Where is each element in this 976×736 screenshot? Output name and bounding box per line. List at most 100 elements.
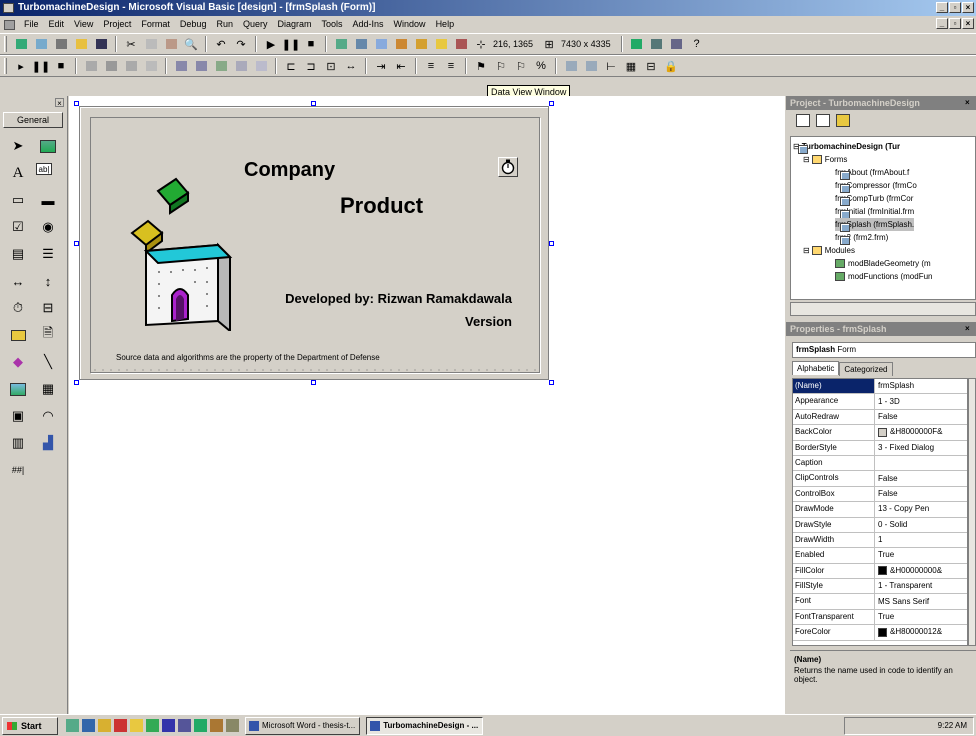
textbox-tool-icon[interactable]: ab| — [36, 163, 52, 175]
run-icon[interactable]: ▸ — [13, 58, 29, 74]
filelistbox-tool-icon[interactable]: 🗎 — [36, 325, 60, 345]
resize-handle-tc[interactable] — [311, 101, 316, 106]
menu-diagram[interactable]: Diagram — [272, 16, 316, 33]
menu-query[interactable]: Query — [238, 16, 273, 33]
start-icon[interactable]: ▶ — [263, 36, 279, 52]
tree-item-frmsplash[interactable]: frmSplash (frmSplash. — [835, 218, 915, 232]
uncomment-block-icon[interactable]: ≡ — [443, 58, 459, 74]
excel-icon[interactable] — [194, 719, 207, 732]
align-dropdown-icon[interactable]: ⊢ — [603, 58, 619, 74]
close-button[interactable]: × — [962, 2, 974, 13]
step-out-icon[interactable] — [143, 58, 159, 74]
tree-item-frminitial[interactable]: frmInitial (frmInitial.frm — [835, 205, 914, 219]
data-tool-icon[interactable]: ▦ — [36, 379, 60, 399]
data-view-icon[interactable] — [433, 36, 449, 52]
outdent-icon[interactable]: ⇤ — [393, 58, 409, 74]
resize-handle-tl[interactable] — [74, 101, 79, 106]
mdi-minimize-button[interactable]: _ — [936, 18, 948, 29]
hscrollbar-tool-icon[interactable]: ↔ — [6, 271, 30, 291]
properties-window-icon[interactable] — [353, 36, 369, 52]
property-vscrollbar[interactable] — [968, 378, 976, 646]
tree-forms-folder[interactable]: ⊟ Forms — [803, 153, 847, 166]
shape-tool-icon[interactable]: ◆ — [6, 352, 30, 372]
menu-help[interactable]: Help — [431, 16, 460, 33]
frame-tool-icon[interactable]: ▭ — [6, 190, 30, 210]
view-object-icon[interactable] — [816, 113, 830, 127]
end-icon[interactable]: ■ — [303, 36, 319, 52]
save-project-icon[interactable] — [93, 36, 109, 52]
menu-project[interactable]: Project — [98, 16, 136, 33]
paste-icon[interactable] — [163, 36, 179, 52]
toolbox-tab-general[interactable]: General — [3, 112, 63, 128]
menu-editor-icon[interactable] — [53, 36, 69, 52]
menu-view[interactable]: View — [69, 16, 98, 33]
property-row[interactable]: DrawWidth 1 — [793, 532, 967, 549]
app-icon-1[interactable] — [114, 719, 127, 732]
property-row[interactable]: BackColor &H8000000F& — [793, 425, 967, 441]
app-icon-5[interactable] — [210, 719, 223, 732]
listbox-tool-icon[interactable]: ☰ — [36, 244, 60, 264]
company-label[interactable]: Company — [244, 159, 335, 182]
call-stack-icon[interactable] — [253, 58, 269, 74]
property-row[interactable]: FillColor &H00000000& — [793, 563, 967, 580]
comment-block-icon[interactable]: ≡ — [423, 58, 439, 74]
property-row[interactable]: ClipControls False — [793, 471, 967, 487]
grid-icon[interactable] — [629, 36, 645, 52]
menu-file[interactable]: File — [19, 16, 44, 33]
center-dropdown-icon[interactable]: ▦ — [623, 58, 639, 74]
toolbar-grip[interactable] — [4, 36, 7, 52]
help-icon[interactable]: ? — [689, 36, 705, 52]
send-to-back-icon[interactable] — [583, 58, 599, 74]
previous-bookmark-icon[interactable]: ⚐ — [513, 58, 529, 74]
step-over-icon[interactable] — [123, 58, 139, 74]
version-label[interactable]: Version — [465, 314, 512, 329]
menu-debug[interactable]: Debug — [175, 16, 212, 33]
mdi-restore-button[interactable]: ▫ — [949, 18, 961, 29]
disclaimer-label[interactable]: Source data and algorithms are the prope… — [116, 353, 380, 362]
property-row[interactable]: AutoRedraw False — [793, 409, 967, 426]
commandbutton-tool-icon[interactable]: ▬ — [36, 190, 60, 210]
object-selector-dropdown[interactable]: frmSplash Form — [792, 342, 976, 358]
project-close-icon[interactable]: × — [965, 98, 974, 107]
toolbar-grip-2[interactable] — [4, 58, 7, 74]
dirlistbox-tool-icon[interactable] — [6, 325, 30, 345]
property-row[interactable]: ForeColor &H80000012& — [793, 625, 967, 641]
resize-handle-ml[interactable] — [74, 241, 79, 246]
msflexgrid-tool-icon[interactable]: ##| — [6, 460, 30, 480]
vb-app-icon[interactable] — [3, 3, 14, 13]
timer-tool-icon[interactable]: ⏱ — [6, 298, 30, 318]
make-same-size-icon[interactable]: ⊡ — [323, 58, 339, 74]
form-system-icon[interactable] — [4, 19, 15, 30]
property-row[interactable]: FontTransparent True — [793, 609, 967, 626]
menu-window[interactable]: Window — [389, 16, 431, 33]
resize-handle-tr[interactable] — [549, 101, 554, 106]
menu-addins[interactable]: Add-Ins — [348, 16, 389, 33]
property-row[interactable]: Font MS Sans Serif — [793, 594, 967, 610]
lock-icon[interactable]: 🔒 — [663, 58, 679, 74]
combobox-tool-icon[interactable]: ▤ — [6, 244, 30, 264]
object-browser-icon[interactable] — [393, 36, 409, 52]
resize-handle-mr[interactable] — [549, 241, 554, 246]
pause-icon[interactable]: ❚❚ — [32, 58, 50, 74]
timer-control-icon[interactable] — [498, 157, 518, 177]
checkbox-tool-icon[interactable]: ☑ — [6, 217, 30, 237]
word-icon[interactable] — [162, 719, 175, 732]
bring-to-front-icon[interactable] — [563, 58, 579, 74]
grid-align-icon[interactable] — [649, 36, 665, 52]
toggle-bookmark-icon[interactable]: ⚑ — [473, 58, 489, 74]
splash-form[interactable]: Company Product Developed by: Rizwan Ram… — [74, 101, 554, 385]
find-icon[interactable]: 🔍 — [183, 36, 199, 52]
property-row[interactable]: Appearance 1 - 3D — [793, 394, 967, 410]
redo-icon[interactable]: ↷ — [233, 36, 249, 52]
indent-icon[interactable]: ⇥ — [373, 58, 389, 74]
property-row[interactable]: FillStyle 1 - Transparent — [793, 579, 967, 595]
minimize-button[interactable]: _ — [936, 2, 948, 13]
task-word[interactable]: Microsoft Word - thesis-t... — [245, 716, 361, 735]
drivelistbox-tool-icon[interactable]: ⊟ — [36, 298, 60, 318]
maximize-button[interactable]: ▫ — [949, 2, 961, 13]
open-project-icon[interactable] — [73, 36, 89, 52]
locals-window-icon[interactable] — [173, 58, 189, 74]
stop-icon[interactable]: ■ — [53, 58, 69, 74]
menu-run[interactable]: Run — [211, 16, 238, 33]
break-icon[interactable]: ❚❚ — [282, 36, 300, 52]
